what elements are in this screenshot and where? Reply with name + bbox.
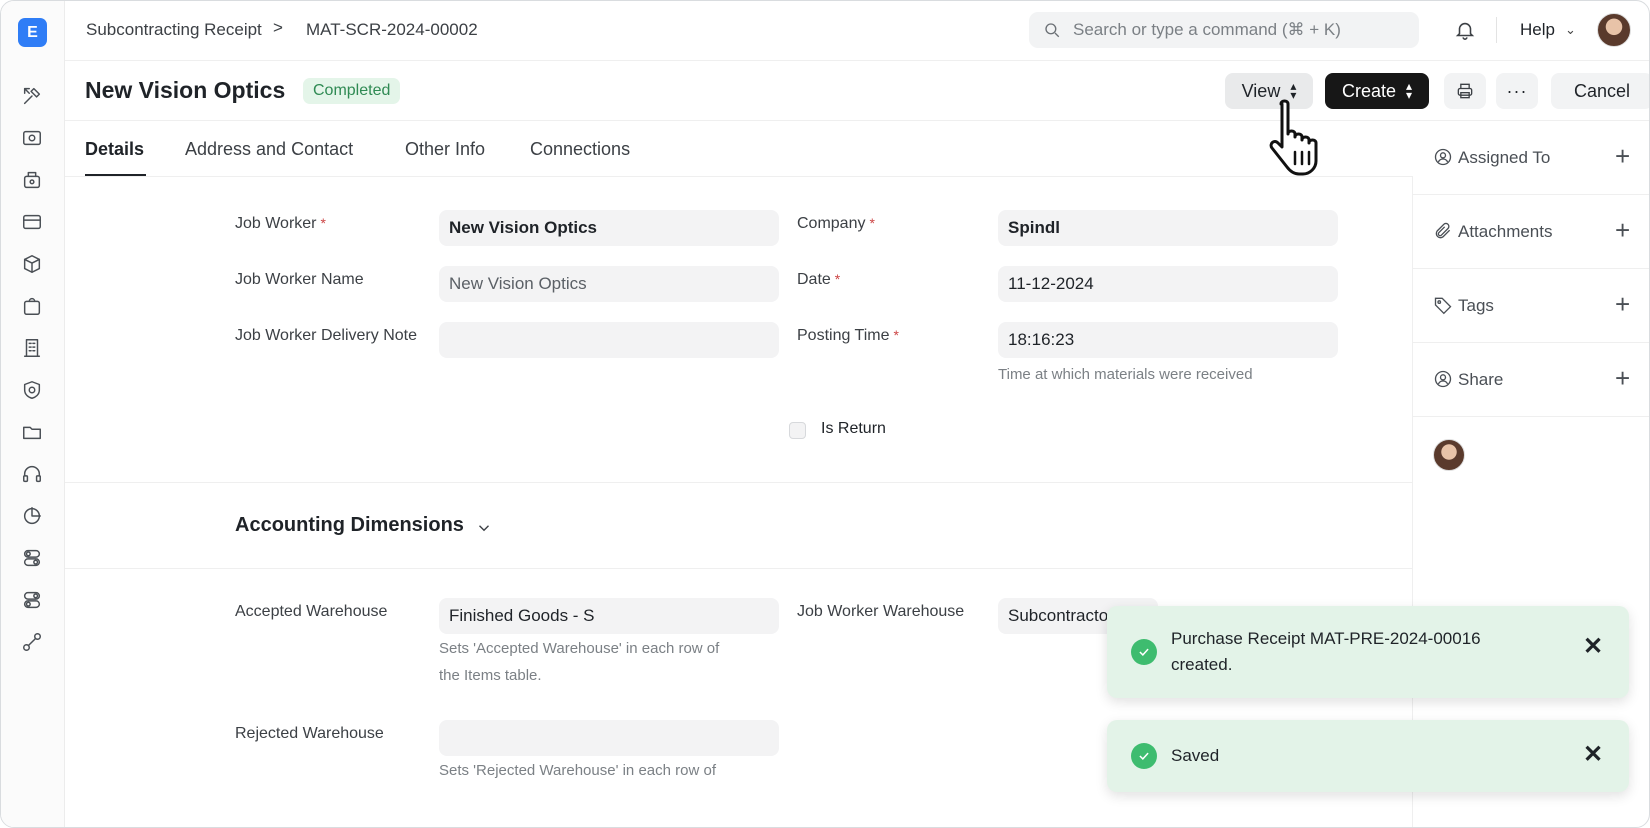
rejected-warehouse-hint: Sets 'Rejected Warehouse' in each row of (439, 762, 716, 779)
search-input[interactable] (1073, 20, 1403, 40)
app-logo[interactable]: E (18, 18, 47, 47)
box-icon[interactable] (19, 251, 45, 277)
hand-pointer-cursor-icon (1269, 99, 1318, 176)
section-divider (65, 482, 1413, 483)
date-field[interactable]: 11-12-2024 (998, 266, 1338, 302)
close-icon[interactable]: ✕ (1583, 740, 1603, 769)
printer-icon (1457, 83, 1473, 99)
notification-bell-icon[interactable] (1454, 19, 1476, 41)
print-button[interactable] (1444, 73, 1486, 109)
shopping-bag-icon[interactable] (19, 293, 45, 319)
rejected-warehouse-field[interactable] (439, 720, 779, 756)
toggle-list-alt-icon[interactable] (19, 587, 45, 613)
active-tab-indicator (85, 174, 146, 176)
user-add-icon (1433, 147, 1453, 167)
posting-time-field[interactable]: 18:16:23 (998, 322, 1338, 358)
job-worker-warehouse-label: Job Worker Warehouse (797, 603, 965, 620)
toast-message-line1: Purchase Receipt MAT-PRE-2024-00016 (1171, 629, 1481, 648)
search-icon (1045, 23, 1060, 38)
updown-icon: ▴ ▾ (1406, 79, 1413, 102)
page-title: New Vision Optics (85, 77, 286, 103)
job-worker-delivery-note-label: Job Worker Delivery Note (235, 327, 417, 344)
folder-icon[interactable] (19, 419, 45, 445)
integration-icon[interactable] (19, 629, 45, 655)
left-sidebar: E (1, 1, 65, 827)
date-label: Date * (797, 271, 841, 288)
accepted-warehouse-hint-line1: Sets 'Accepted Warehouse' in each row of (439, 640, 720, 657)
close-icon[interactable]: ✕ (1583, 632, 1603, 661)
company-field[interactable]: Spindl (998, 210, 1338, 246)
toast-message-line2: created. (1171, 655, 1233, 674)
status-badge: Completed (303, 78, 401, 104)
add-attachment-button[interactable]: + (1615, 215, 1630, 246)
paperclip-icon (1433, 221, 1453, 241)
document-header: New Vision Optics Completed View ▴ ▾ Crea… (65, 61, 1649, 121)
add-tag-button[interactable]: + (1615, 289, 1630, 320)
sidebar-item-share[interactable]: Share + (1413, 343, 1649, 417)
create-button[interactable]: Create ▴ ▾ (1325, 73, 1429, 109)
job-worker-label: Job Worker * (235, 215, 326, 232)
headset-icon[interactable] (19, 461, 45, 487)
tools-icon[interactable] (19, 83, 45, 109)
attachments-label: Attachments (1458, 222, 1553, 241)
share-label: Share (1458, 370, 1504, 389)
job-worker-field[interactable]: New Vision Optics (439, 210, 779, 246)
sidebar-item-assigned-to[interactable]: Assigned To + (1413, 121, 1649, 195)
accepted-warehouse-field[interactable]: Finished Goods - S (439, 598, 779, 634)
check-circle-icon (1131, 639, 1157, 665)
sidebar-item-attachments[interactable]: Attachments + (1413, 195, 1649, 269)
check-circle-icon (1131, 743, 1157, 769)
viewer-avatar (1433, 439, 1465, 471)
header-divider (1496, 17, 1497, 43)
help-menu[interactable]: Help (1520, 20, 1555, 40)
section-divider (65, 568, 1413, 569)
company-label: Company * (797, 215, 875, 232)
form-tabs: Details Address and Contact Other Info C… (65, 121, 1413, 177)
breadcrumb-record[interactable]: MAT-SCR-2024-00002 (306, 20, 478, 40)
accepted-warehouse-label: Accepted Warehouse (235, 603, 388, 620)
sidebar-item-tags[interactable]: Tags + (1413, 269, 1649, 343)
building-icon[interactable] (19, 335, 45, 361)
toast-saved: Saved ✕ (1107, 720, 1629, 792)
shield-icon[interactable] (19, 377, 45, 403)
eye-monitor-icon[interactable] (19, 125, 45, 151)
user-avatar[interactable] (1597, 13, 1631, 47)
accepted-warehouse-hint-line2: the Items table. (439, 667, 542, 684)
tags-label: Tags (1458, 296, 1494, 315)
assigned-to-label: Assigned To (1458, 148, 1551, 167)
pie-chart-icon[interactable] (19, 503, 45, 529)
more-actions-button[interactable]: ··· (1496, 73, 1538, 109)
search-bar[interactable] (1029, 12, 1419, 48)
rejected-warehouse-label: Rejected Warehouse (235, 725, 384, 742)
app-window: E Subcontracting Receipt > MAT-SCR-2024-… (0, 0, 1650, 828)
tab-address-and-contact[interactable]: Address and Contact (185, 139, 353, 160)
chevron-down-icon[interactable] (475, 519, 493, 537)
toast-message: Saved (1171, 746, 1220, 765)
cancel-button[interactable]: Cancel (1551, 73, 1649, 109)
add-assignee-button[interactable]: + (1615, 141, 1630, 172)
posting-time-hint: Time at which materials were received (998, 366, 1253, 383)
job-worker-name-label: Job Worker Name (235, 271, 364, 288)
tab-connections[interactable]: Connections (530, 139, 630, 160)
is-return-checkbox[interactable] (789, 422, 806, 439)
chevron-down-icon: ⌄ (1565, 22, 1576, 37)
create-button-label: Create (1341, 80, 1396, 101)
breadcrumb-doctype[interactable]: Subcontracting Receipt (86, 20, 262, 40)
job-worker-delivery-note-field[interactable] (439, 322, 779, 358)
tag-icon (1433, 295, 1453, 315)
tab-details[interactable]: Details (85, 139, 144, 160)
breadcrumb-separator: > (273, 18, 283, 37)
job-worker-name-field: New Vision Optics (439, 266, 779, 302)
is-return-label: Is Return (821, 420, 886, 437)
share-user-icon (1433, 369, 1453, 389)
accounting-dimensions-title[interactable]: Accounting Dimensions (235, 514, 464, 537)
add-share-button[interactable]: + (1615, 363, 1630, 394)
tab-other-info[interactable]: Other Info (405, 139, 485, 160)
cash-register-icon[interactable] (19, 167, 45, 193)
toggle-list-icon[interactable] (19, 545, 45, 571)
card-icon[interactable] (19, 209, 45, 235)
top-navbar: Subcontracting Receipt > MAT-SCR-2024-00… (65, 1, 1649, 61)
posting-time-label: Posting Time * (797, 327, 899, 344)
toast-purchase-receipt-created: Purchase Receipt MAT-PRE-2024-00016 crea… (1107, 606, 1629, 698)
